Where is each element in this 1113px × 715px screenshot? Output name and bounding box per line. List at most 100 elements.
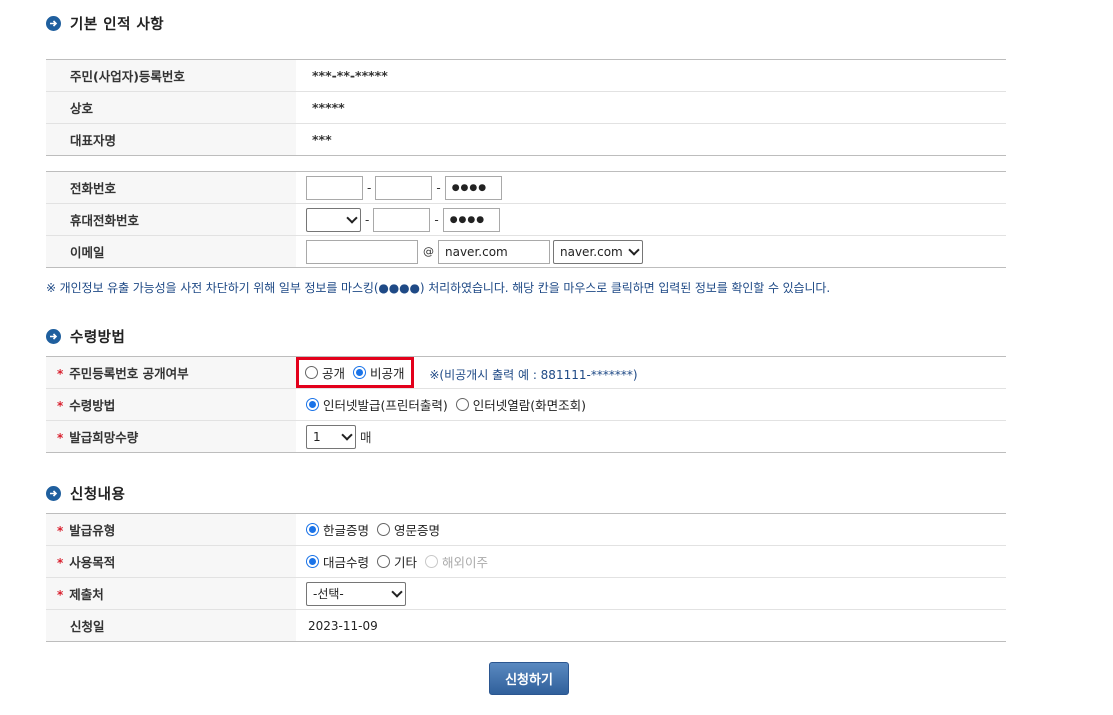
representative-label: 대표자명 <box>46 123 296 156</box>
type-label: 발급유형 <box>69 523 116 538</box>
required-mark: * <box>57 524 64 538</box>
mobile-prefix-select[interactable] <box>306 207 361 232</box>
submit-to-select-value: -선택- <box>313 587 344 601</box>
chevron-down-icon <box>391 585 403 598</box>
dash-separator: - <box>436 180 441 195</box>
table-row: * 발급희망수량 1 매 <box>46 420 1006 453</box>
masking-notice: ※ 개인정보 유출 가능성을 사전 차단하기 위해 일부 정보를 마스킹(●●●… <box>46 281 831 295</box>
email-label: 이메일 <box>46 235 296 268</box>
table-row: * 수령방법 인터넷발급(프린터출력) 인터넷열람(화면조회) <box>46 388 1006 421</box>
mobile-part3-input[interactable]: ●●●● <box>442 207 500 232</box>
section-header-apply: 신청내용 <box>46 483 125 504</box>
contact-table: 전화번호 - - ●●●● 휴대전화번호 - - ●●●● 이메일 @ naver.com… <box>46 171 1006 268</box>
table-row: 상호 ***** <box>46 91 1006 124</box>
rrn-label: 주민(사업자)등록번호 <box>46 59 296 92</box>
section-title-basic: 기본 인적 사항 <box>70 17 165 33</box>
table-row: 전화번호 - - ●●●● <box>46 171 1006 204</box>
section-title-receive: 수령방법 <box>70 330 126 346</box>
section-title-apply: 신청내용 <box>70 487 126 503</box>
table-row: 신청일 2023-11-09 <box>46 609 1006 642</box>
radio-label: 대금수령 <box>323 555 370 570</box>
purpose-label: 사용목적 <box>69 555 116 570</box>
purpose-label-cell: * 사용목적 <box>46 545 296 578</box>
radio-purpose-emigration: 해외이주 <box>425 552 488 571</box>
radio-circle-selected <box>353 366 367 379</box>
radio-circle-selected <box>306 523 319 536</box>
company-label: 상호 <box>46 91 296 124</box>
radio-circle <box>305 366 318 379</box>
section-header-receive: 수령방법 <box>46 326 125 347</box>
company-value: ***** <box>312 100 345 115</box>
phone-label: 전화번호 <box>46 171 296 204</box>
radio-label: 한글증명 <box>323 523 370 538</box>
radio-label: 해외이주 <box>442 555 489 570</box>
table-row: * 사용목적 대금수령 기타 해외이주 <box>46 545 1006 578</box>
type-label-cell: * 발급유형 <box>46 513 296 546</box>
qty-unit: 매 <box>360 430 372 445</box>
basic-info-table: 주민(사업자)등록번호 ***-**-***** 상호 ***** 대표자명 *… <box>46 59 1006 156</box>
radio-purpose-payment[interactable]: 대금수령 <box>306 552 369 571</box>
method-label: 수령방법 <box>69 398 116 413</box>
dash-separator: - <box>365 212 370 227</box>
radio-disclose-private[interactable]: 비공개 <box>353 363 405 382</box>
apply-table: * 발급유형 한글증명 영문증명 * 사용목적 대금수령 기타 해외이주 * 제출처 … <box>46 513 1006 642</box>
phone-part2-input[interactable] <box>375 175 433 200</box>
phone-part1-input[interactable] <box>306 175 363 200</box>
radio-type-korean[interactable]: 한글증명 <box>306 520 369 539</box>
submit-to-label-cell: * 제출처 <box>46 577 296 610</box>
required-mark: * <box>57 367 64 381</box>
email-domain-select[interactable]: naver.com <box>553 239 643 264</box>
radio-label: 기타 <box>394 555 418 570</box>
submit-to-select[interactable]: -선택- <box>306 581 406 606</box>
email-domain-input[interactable]: naver.com <box>438 239 550 264</box>
mobile-part2-input[interactable] <box>373 207 431 232</box>
qty-select[interactable]: 1 <box>306 424 356 449</box>
table-row: * 제출처 -선택- <box>46 577 1006 610</box>
mobile-label: 휴대전화번호 <box>46 203 296 236</box>
table-row: * 발급유형 한글증명 영문증명 <box>46 513 1006 546</box>
dash-separator: - <box>434 212 439 227</box>
apply-submit-button[interactable]: 신청하기 <box>489 662 569 695</box>
receive-table: * 주민등록번호 공개여부 공개 비공개 ※(비공개시 출력 예 : 881111… <box>46 356 1006 453</box>
table-row: 대표자명 *** <box>46 123 1006 156</box>
section-header-basic: 기본 인적 사항 <box>46 13 164 34</box>
at-sign: @ <box>423 245 434 258</box>
radio-label: 비공개 <box>370 366 405 381</box>
radio-circle-selected <box>306 555 319 568</box>
table-row: 휴대전화번호 - - ●●●● <box>46 203 1006 236</box>
radio-label: 영문증명 <box>394 523 441 538</box>
chevron-down-icon <box>628 243 640 256</box>
disclose-hint: ※(비공개시 출력 예 : 881111-*******) <box>429 368 638 382</box>
radio-label: 인터넷열람(화면조회) <box>472 398 587 413</box>
arrow-right-circle-icon <box>46 486 61 501</box>
email-domain-select-value: naver.com <box>560 244 623 259</box>
radio-method-view[interactable]: 인터넷열람(화면조회) <box>455 395 587 414</box>
chevron-down-icon <box>341 428 353 441</box>
dash-separator: - <box>367 180 372 195</box>
table-row: 이메일 @ naver.com naver.com <box>46 235 1006 268</box>
qty-label-cell: * 발급희망수량 <box>46 420 296 453</box>
required-mark: * <box>57 588 64 602</box>
required-mark: * <box>57 556 64 570</box>
radio-circle-disabled <box>425 555 439 568</box>
table-row: * 주민등록번호 공개여부 공개 비공개 ※(비공개시 출력 예 : 881111… <box>46 356 1006 389</box>
disclose-label-cell: * 주민등록번호 공개여부 <box>46 356 296 389</box>
radio-disclose-public[interactable]: 공개 <box>305 363 345 382</box>
rrn-value: ***-**-***** <box>312 68 388 83</box>
qty-select-value: 1 <box>313 429 321 444</box>
qty-label: 발급희망수량 <box>69 430 139 445</box>
radio-purpose-other[interactable]: 기타 <box>377 552 417 571</box>
radio-label: 공개 <box>322 366 346 381</box>
phone-part3-input[interactable]: ●●●● <box>444 175 502 200</box>
radio-type-english[interactable]: 영문증명 <box>377 520 440 539</box>
required-mark: * <box>57 431 64 445</box>
date-value: 2023-11-09 <box>308 618 378 633</box>
radio-method-print[interactable]: 인터넷발급(프린터출력) <box>306 395 448 414</box>
radio-circle-selected <box>306 398 319 411</box>
arrow-right-circle-icon <box>46 329 61 344</box>
chevron-down-icon <box>346 211 358 224</box>
email-id-input[interactable] <box>306 239 418 264</box>
arrow-right-circle-icon <box>46 16 61 31</box>
radio-circle <box>377 523 391 536</box>
radio-circle <box>455 398 469 411</box>
